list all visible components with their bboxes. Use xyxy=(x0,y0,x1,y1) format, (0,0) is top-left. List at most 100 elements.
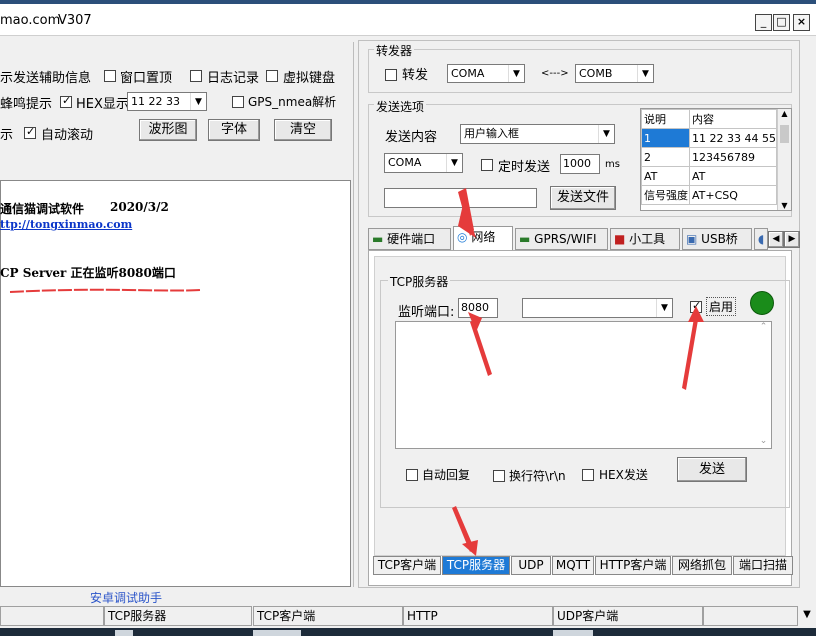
toolbox-icon: ■ xyxy=(614,232,626,246)
interval-input[interactable]: 1000 xyxy=(560,154,600,174)
log-software-name: 通信猫调试软件 xyxy=(0,202,85,216)
log-url-link[interactable]: ttp://tongxinmao.com xyxy=(0,218,132,231)
chevron-up-icon[interactable]: ▲ xyxy=(778,109,791,118)
taskbar-app-icon[interactable] xyxy=(553,630,593,636)
window-top-checkbox[interactable] xyxy=(104,68,116,82)
command-table[interactable]: 说明 内容 1 11 22 33 44 55 2 123456789 AT AT… xyxy=(640,108,792,211)
send-file-path-input[interactable] xyxy=(384,188,537,208)
tab-network[interactable]: ◎ 网络 xyxy=(453,226,513,251)
forward-to-combo[interactable]: COMB ▼ xyxy=(575,64,654,83)
table-row[interactable]: 2 123456789 xyxy=(641,147,777,167)
receive-log[interactable] xyxy=(0,180,351,587)
tcp-server-group-label: TCP服务器 xyxy=(388,273,451,290)
timer-send-label: 定时发送 xyxy=(498,160,551,175)
forward-from-combo[interactable]: COMA ▼ xyxy=(447,64,525,83)
status-tcp-client: TCP客户端 xyxy=(253,606,403,626)
table-scrollbar[interactable]: ▲ ▼ xyxy=(777,109,791,210)
day-log-checkbox[interactable] xyxy=(190,68,202,82)
send-file-button[interactable]: 发送文件 xyxy=(550,186,616,210)
tab-packet-capture[interactable]: 网络抓包 xyxy=(672,556,732,575)
font-button[interactable]: 字体 xyxy=(208,119,260,141)
newline-checkbox[interactable] xyxy=(493,468,505,482)
tab-gprs-wifi[interactable]: ▬ GPRS/WIFI xyxy=(515,228,608,250)
status-http: HTTP xyxy=(403,606,553,626)
send-port-value: COMA xyxy=(388,156,422,169)
beep-label: 蜂鸣提示 xyxy=(0,97,53,112)
tab-scroll-left-button[interactable]: ◀ xyxy=(768,231,784,248)
chevron-down-icon: ▼ xyxy=(446,154,462,172)
timer-send-checkbox[interactable] xyxy=(481,157,493,171)
send-assist-label: 示发送辅助信息 xyxy=(0,71,92,86)
chevron-down-icon[interactable]: ▼ xyxy=(778,201,791,210)
local-ip-combo[interactable]: ▼ xyxy=(522,298,673,318)
auto-scroll-checkbox[interactable] xyxy=(24,125,36,139)
tab-mqtt[interactable]: MQTT xyxy=(552,556,594,575)
chevron-up-icon[interactable]: ⌃ xyxy=(756,322,771,332)
chevron-left-icon: ◀ xyxy=(772,234,780,244)
tab-tcp-client[interactable]: TCP客户端 xyxy=(373,556,441,575)
window-title: mao.com xyxy=(0,13,61,28)
tab-http-client[interactable]: HTTP客户端 xyxy=(595,556,671,575)
status-tcp-server: TCP服务器 xyxy=(104,606,252,626)
log-server-status: CP Server 正在监听8080端口 xyxy=(0,266,176,280)
auto-reply-checkbox[interactable] xyxy=(406,467,418,481)
forwarder-group-label: 转发器 xyxy=(374,42,415,59)
send-content-value: 用户输入框 xyxy=(464,127,519,140)
hex-value-text: 11 22 33 xyxy=(131,95,180,108)
tab-tools[interactable]: ■ 小工具 xyxy=(610,228,680,250)
chevron-down-icon[interactable]: ▼ xyxy=(798,604,816,628)
tab-port-scan[interactable]: 端口扫描 xyxy=(733,556,793,575)
send-content-combo[interactable]: 用户输入框 ▼ xyxy=(460,124,615,144)
hex-value-combo[interactable]: 11 22 33 ▼ xyxy=(127,92,207,111)
chevron-right-icon: ▶ xyxy=(788,234,796,244)
taskbar-app-icon[interactable] xyxy=(115,630,133,636)
hex-send-checkbox[interactable] xyxy=(582,467,594,481)
table-row[interactable]: 信号强度 AT+CSQ xyxy=(641,185,777,205)
maximize-button[interactable]: □ xyxy=(773,14,790,31)
tcp-send-button[interactable]: 发送 xyxy=(677,457,747,482)
forward-from-value: COMA xyxy=(451,67,485,80)
red-underline-annotation xyxy=(9,288,201,293)
send-port-combo[interactable]: COMA ▼ xyxy=(384,153,463,173)
globe-icon: ◎ xyxy=(457,230,468,244)
tab-usb-bridge[interactable]: ▣ USB桥 xyxy=(682,228,752,250)
table-cell[interactable]: 2 xyxy=(641,147,691,167)
tab-udp[interactable]: UDP xyxy=(511,556,551,575)
table-cell[interactable]: AT xyxy=(641,166,691,186)
table-cell[interactable]: AT+CSQ xyxy=(689,185,777,205)
table-cell[interactable]: 123456789 xyxy=(689,147,777,167)
close-button[interactable]: × xyxy=(793,14,810,31)
taskbar-app-icon[interactable] xyxy=(253,630,301,636)
textarea-scrollbar[interactable]: ⌃ ⌄ xyxy=(756,322,771,448)
tab-overflow[interactable]: ◖ xyxy=(754,228,768,250)
clear-button[interactable]: 清空 xyxy=(274,119,332,141)
tab-label: 硬件端口 xyxy=(387,232,436,246)
table-row[interactable]: AT AT xyxy=(641,166,777,186)
virtual-kb-checkbox[interactable] xyxy=(266,68,278,82)
table-cell[interactable]: AT xyxy=(689,166,777,186)
table-cell[interactable]: 信号强度 xyxy=(641,185,691,205)
tab-scroll-right-button[interactable]: ▶ xyxy=(784,231,800,248)
minimize-button[interactable]: _ xyxy=(755,14,772,31)
hex-show-checkbox[interactable] xyxy=(60,94,72,108)
table-cell[interactable]: 11 22 33 44 55 xyxy=(689,128,777,148)
chevron-down-icon[interactable]: ⌄ xyxy=(756,436,771,446)
interval-unit: ms xyxy=(605,159,620,170)
table-header-row: 说明 内容 xyxy=(641,109,777,129)
status-cell-tail xyxy=(703,606,798,626)
table-row[interactable]: 1 11 22 33 44 55 xyxy=(641,128,777,148)
table-cell[interactable]: 1 xyxy=(641,128,691,148)
tab-tcp-server[interactable]: TCP服务器 xyxy=(442,556,510,575)
chip-icon: ▬ xyxy=(519,232,531,246)
android-helper-link[interactable]: 安卓调试助手 xyxy=(90,589,162,606)
tab-hardware-port[interactable]: ▬ 硬件端口 xyxy=(368,228,451,250)
waveform-button[interactable]: 波形图 xyxy=(139,119,197,141)
enable-checkbox[interactable] xyxy=(690,299,702,313)
scrollbar-thumb[interactable] xyxy=(780,125,789,143)
listen-port-input[interactable]: 8080 xyxy=(458,298,498,318)
status-indicator xyxy=(750,291,774,315)
enable-label: 启用 xyxy=(706,297,737,316)
forward-checkbox[interactable] xyxy=(385,67,397,81)
gps-parse-checkbox[interactable] xyxy=(232,94,244,108)
tcp-send-textarea[interactable]: ⌃ ⌄ xyxy=(395,321,772,449)
